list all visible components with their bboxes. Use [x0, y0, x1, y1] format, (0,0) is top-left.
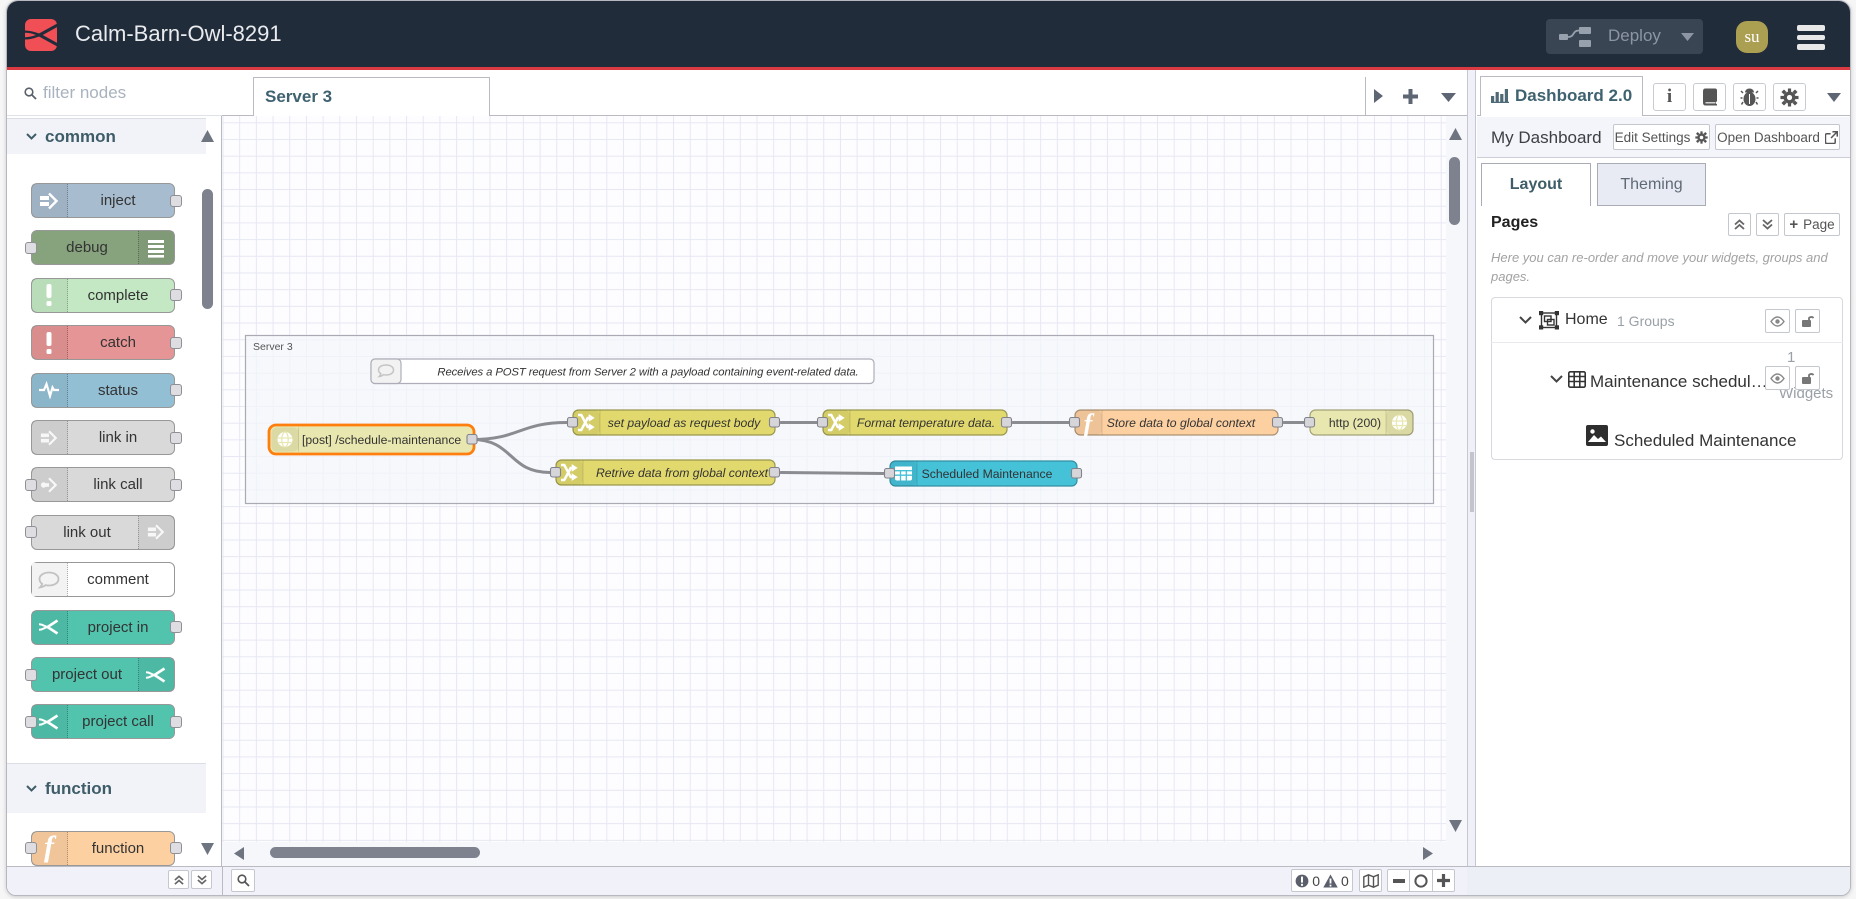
svg-text:Format temperature data.: Format temperature data. — [857, 416, 995, 430]
svg-text:[post] /schedule-maintenance: [post] /schedule-maintenance — [302, 433, 461, 447]
svg-text:f: f — [44, 833, 57, 863]
svg-text:Store data to global context: Store data to global context — [1107, 416, 1256, 430]
svg-text:Scheduled Maintenance: Scheduled Maintenance — [922, 467, 1053, 481]
svg-text:Server 3: Server 3 — [253, 341, 293, 353]
svg-text:Receives a POST request from S: Receives a POST request from Server 2 wi… — [437, 367, 858, 379]
svg-text:set payload as request body: set payload as request body — [608, 416, 761, 430]
svg-text:Retrive data from global conte: Retrive data from global context — [596, 466, 769, 480]
svg-text:http (200): http (200) — [1329, 416, 1381, 430]
